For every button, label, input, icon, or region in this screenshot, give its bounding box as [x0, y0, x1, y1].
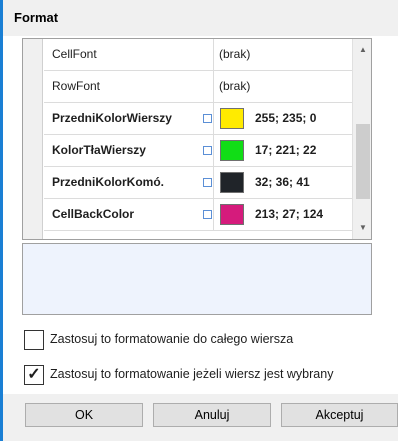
apply-whole-row-option[interactable]: Zastosuj to formatowanie do całego wiers… — [24, 329, 398, 351]
property-name: PrzedniKolorKomó. — [44, 167, 214, 198]
property-name: RowFont — [44, 71, 214, 102]
row-header-column — [23, 39, 43, 239]
property-value[interactable]: (brak) — [215, 39, 353, 70]
property-name: CellBackColor — [44, 199, 214, 230]
dialog-title: Format — [14, 10, 59, 25]
property-name: PrzedniKolorWierszy — [44, 103, 214, 134]
property-value[interactable]: (brak) — [215, 71, 353, 102]
color-editor-icon[interactable] — [203, 210, 212, 219]
property-grid[interactable]: CellFont (brak) RowFont (brak) PrzedniKo… — [22, 38, 372, 240]
property-name: CellFont — [44, 39, 214, 70]
property-row-kolortlawierszy[interactable]: KolorTłaWierszy 17; 221; 22 — [44, 135, 353, 167]
property-value-text: 17; 221; 22 — [255, 143, 317, 157]
property-value-text: (brak) — [219, 79, 251, 93]
apply-whole-row-checkbox[interactable] — [24, 330, 44, 350]
scroll-thumb[interactable] — [356, 124, 370, 199]
color-swatch — [220, 108, 244, 129]
color-swatch — [220, 172, 244, 193]
color-editor-icon[interactable] — [203, 114, 212, 123]
property-value[interactable]: 17; 221; 22 — [215, 135, 353, 166]
property-value[interactable]: 213; 27; 124 — [215, 199, 353, 230]
apply-if-selected-option[interactable]: ✓ Zastosuj to formatowanie jeżeli wiersz… — [24, 364, 398, 386]
button-bar: OK Anuluj Akceptuj — [3, 394, 398, 441]
property-row-cellfont[interactable]: CellFont (brak) — [44, 39, 353, 71]
apply-if-selected-label[interactable]: Zastosuj to formatowanie jeżeli wiersz j… — [50, 367, 333, 381]
property-value-text: 32; 36; 41 — [255, 175, 310, 189]
scroll-up-arrow-icon[interactable]: ▲ — [353, 41, 371, 59]
property-row-cellbackcolor[interactable]: CellBackColor 213; 27; 124 — [44, 199, 353, 231]
apply-if-selected-checkbox[interactable]: ✓ — [24, 365, 44, 385]
property-row-przednikolorwierszy[interactable]: PrzedniKolorWierszy 255; 235; 0 — [44, 103, 353, 135]
property-value-text: 255; 235; 0 — [255, 111, 317, 125]
property-row-rowfont[interactable]: RowFont (brak) — [44, 71, 353, 103]
property-row-przednikolorkomorki[interactable]: PrzedniKolorKomó. 32; 36; 41 — [44, 167, 353, 199]
apply-whole-row-label[interactable]: Zastosuj to formatowanie do całego wiers… — [50, 332, 293, 346]
cancel-button[interactable]: Anuluj — [153, 403, 271, 427]
vertical-scrollbar[interactable]: ▲ ▼ — [352, 39, 371, 239]
apply-button[interactable]: Akceptuj — [281, 403, 398, 427]
color-swatch — [220, 140, 244, 161]
window-left-border — [0, 0, 3, 441]
description-panel — [22, 243, 372, 315]
property-value-text: (brak) — [219, 47, 251, 61]
ok-button[interactable]: OK — [25, 403, 143, 427]
color-swatch — [220, 204, 244, 225]
property-value-text: 213; 27; 124 — [255, 207, 324, 221]
color-editor-icon[interactable] — [203, 178, 212, 187]
color-editor-icon[interactable] — [203, 146, 212, 155]
property-name: KolorTłaWierszy — [44, 135, 214, 166]
property-value[interactable]: 255; 235; 0 — [215, 103, 353, 134]
title-bar: Format — [3, 0, 398, 36]
scroll-down-arrow-icon[interactable]: ▼ — [353, 219, 371, 237]
property-value[interactable]: 32; 36; 41 — [215, 167, 353, 198]
